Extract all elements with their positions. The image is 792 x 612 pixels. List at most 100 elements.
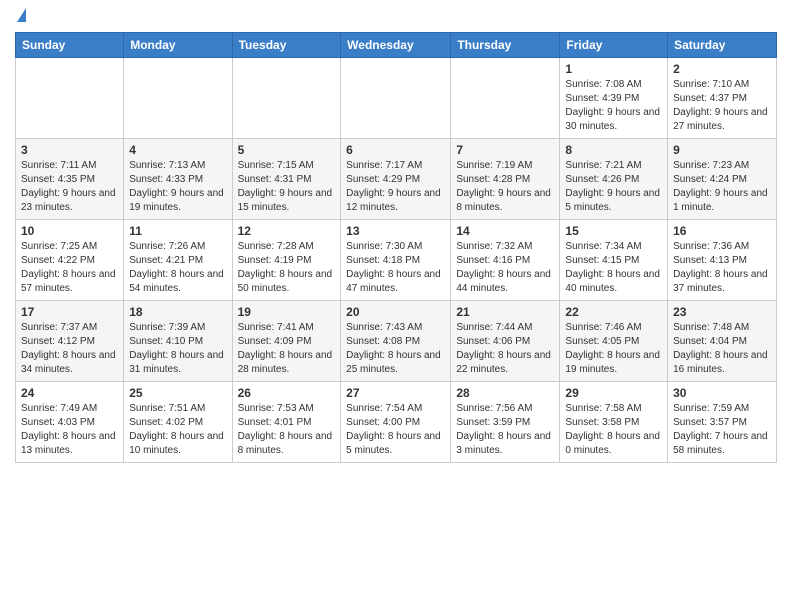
day-info: Sunrise: 7:39 AM Sunset: 4:10 PM Dayligh… [129, 321, 226, 377]
page-header [15, 10, 777, 24]
day-number: 12 [238, 224, 336, 238]
calendar-cell: 11 Sunrise: 7:26 AM Sunset: 4:21 PM Dayli… [124, 220, 232, 301]
day-info: Sunrise: 7:19 AM Sunset: 4:28 PM Dayligh… [456, 159, 554, 215]
calendar-cell: 1 Sunrise: 7:08 AM Sunset: 4:39 PM Daylig… [560, 58, 668, 139]
day-info: Sunrise: 7:59 AM Sunset: 3:57 PM Dayligh… [673, 402, 771, 458]
calendar-cell: 7 Sunrise: 7:19 AM Sunset: 4:28 PM Daylig… [451, 139, 560, 220]
day-info: Sunrise: 7:49 AM Sunset: 4:03 PM Dayligh… [21, 402, 118, 458]
day-info: Sunrise: 7:17 AM Sunset: 4:29 PM Dayligh… [346, 159, 445, 215]
calendar-cell: 5 Sunrise: 7:15 AM Sunset: 4:31 PM Daylig… [232, 139, 341, 220]
logo [15, 10, 26, 24]
day-number: 27 [346, 386, 445, 400]
day-info: Sunrise: 7:53 AM Sunset: 4:01 PM Dayligh… [238, 402, 336, 458]
day-of-week-header: Tuesday [232, 33, 341, 58]
day-number: 3 [21, 143, 118, 157]
day-info: Sunrise: 7:34 AM Sunset: 4:15 PM Dayligh… [565, 240, 662, 296]
calendar-week-row: 3 Sunrise: 7:11 AM Sunset: 4:35 PM Daylig… [16, 139, 777, 220]
day-of-week-header: Monday [124, 33, 232, 58]
day-number: 23 [673, 305, 771, 319]
calendar-cell: 27 Sunrise: 7:54 AM Sunset: 4:00 PM Dayli… [341, 382, 451, 463]
day-info: Sunrise: 7:36 AM Sunset: 4:13 PM Dayligh… [673, 240, 771, 296]
calendar-cell: 29Sunrise: 7:58 AM Sunset: 3:58 PM Dayli… [560, 382, 668, 463]
day-number: 26 [238, 386, 336, 400]
calendar-cell [341, 58, 451, 139]
calendar-cell [451, 58, 560, 139]
day-info: Sunrise: 7:13 AM Sunset: 4:33 PM Dayligh… [129, 159, 226, 215]
day-number: 21 [456, 305, 554, 319]
calendar-cell: 19Sunrise: 7:41 AM Sunset: 4:09 PM Dayli… [232, 301, 341, 382]
calendar-week-row: 10 Sunrise: 7:25 AM Sunset: 4:22 PM Dayli… [16, 220, 777, 301]
calendar-cell: 23 Sunrise: 7:48 AM Sunset: 4:04 PM Dayli… [668, 301, 777, 382]
day-number: 2 [673, 62, 771, 76]
day-info: Sunrise: 7:32 AM Sunset: 4:16 PM Dayligh… [456, 240, 554, 296]
day-info: Sunrise: 7:30 AM Sunset: 4:18 PM Dayligh… [346, 240, 445, 296]
calendar-cell: 2 Sunrise: 7:10 AM Sunset: 4:37 PM Daylig… [668, 58, 777, 139]
day-number: 4 [129, 143, 226, 157]
day-number: 16 [673, 224, 771, 238]
day-info: Sunrise: 7:11 AM Sunset: 4:35 PM Dayligh… [21, 159, 118, 215]
calendar-cell: 3 Sunrise: 7:11 AM Sunset: 4:35 PM Daylig… [16, 139, 124, 220]
day-of-week-header: Wednesday [341, 33, 451, 58]
calendar-cell: 17 Sunrise: 7:37 AM Sunset: 4:12 PM Dayli… [16, 301, 124, 382]
calendar-cell: 30 Sunrise: 7:59 AM Sunset: 3:57 PM Dayli… [668, 382, 777, 463]
day-number: 8 [565, 143, 662, 157]
calendar-cell: 4 Sunrise: 7:13 AM Sunset: 4:33 PM Daylig… [124, 139, 232, 220]
calendar-cell: 8Sunrise: 7:21 AM Sunset: 4:26 PM Daylig… [560, 139, 668, 220]
calendar-cell: 12 Sunrise: 7:28 AM Sunset: 4:19 PM Dayli… [232, 220, 341, 301]
day-info: Sunrise: 7:54 AM Sunset: 4:00 PM Dayligh… [346, 402, 445, 458]
day-number: 14 [456, 224, 554, 238]
day-info: Sunrise: 7:23 AM Sunset: 4:24 PM Dayligh… [673, 159, 771, 215]
day-info: Sunrise: 7:10 AM Sunset: 4:37 PM Dayligh… [673, 78, 771, 134]
calendar-cell: 9 Sunrise: 7:23 AM Sunset: 4:24 PM Daylig… [668, 139, 777, 220]
calendar-cell: 18Sunrise: 7:39 AM Sunset: 4:10 PM Dayli… [124, 301, 232, 382]
calendar-cell: 28 Sunrise: 7:56 AM Sunset: 3:59 PM Dayli… [451, 382, 560, 463]
day-number: 29 [565, 386, 662, 400]
calendar-cell: 6 Sunrise: 7:17 AM Sunset: 4:29 PM Daylig… [341, 139, 451, 220]
day-number: 5 [238, 143, 336, 157]
calendar-cell: 20 Sunrise: 7:43 AM Sunset: 4:08 PM Dayli… [341, 301, 451, 382]
day-info: Sunrise: 7:15 AM Sunset: 4:31 PM Dayligh… [238, 159, 336, 215]
day-info: Sunrise: 7:56 AM Sunset: 3:59 PM Dayligh… [456, 402, 554, 458]
day-info: Sunrise: 7:41 AM Sunset: 4:09 PM Dayligh… [238, 321, 336, 377]
day-number: 17 [21, 305, 118, 319]
day-number: 7 [456, 143, 554, 157]
day-number: 30 [673, 386, 771, 400]
calendar-cell: 22 Sunrise: 7:46 AM Sunset: 4:05 PM Dayli… [560, 301, 668, 382]
day-of-week-header: Saturday [668, 33, 777, 58]
day-info: Sunrise: 7:37 AM Sunset: 4:12 PM Dayligh… [21, 321, 118, 377]
calendar-cell [124, 58, 232, 139]
calendar-week-row: 17 Sunrise: 7:37 AM Sunset: 4:12 PM Dayli… [16, 301, 777, 382]
day-number: 9 [673, 143, 771, 157]
logo-triangle-icon [17, 8, 26, 22]
day-info: Sunrise: 7:48 AM Sunset: 4:04 PM Dayligh… [673, 321, 771, 377]
day-info: Sunrise: 7:26 AM Sunset: 4:21 PM Dayligh… [129, 240, 226, 296]
day-info: Sunrise: 7:46 AM Sunset: 4:05 PM Dayligh… [565, 321, 662, 377]
calendar-cell [16, 58, 124, 139]
day-number: 10 [21, 224, 118, 238]
calendar-cell: 24Sunrise: 7:49 AM Sunset: 4:03 PM Dayli… [16, 382, 124, 463]
day-of-week-header: Sunday [16, 33, 124, 58]
day-info: Sunrise: 7:08 AM Sunset: 4:39 PM Dayligh… [565, 78, 662, 134]
day-info: Sunrise: 7:43 AM Sunset: 4:08 PM Dayligh… [346, 321, 445, 377]
day-number: 22 [565, 305, 662, 319]
calendar-cell [232, 58, 341, 139]
calendar-week-row: 1 Sunrise: 7:08 AM Sunset: 4:39 PM Daylig… [16, 58, 777, 139]
calendar-cell: 13Sunrise: 7:30 AM Sunset: 4:18 PM Dayli… [341, 220, 451, 301]
day-number: 6 [346, 143, 445, 157]
day-number: 15 [565, 224, 662, 238]
calendar-table: SundayMondayTuesdayWednesdayThursdayFrid… [15, 32, 777, 463]
calendar-cell: 26 Sunrise: 7:53 AM Sunset: 4:01 PM Dayli… [232, 382, 341, 463]
calendar-cell: 21 Sunrise: 7:44 AM Sunset: 4:06 PM Dayli… [451, 301, 560, 382]
day-number: 11 [129, 224, 226, 238]
calendar-cell: 16 Sunrise: 7:36 AM Sunset: 4:13 PM Dayli… [668, 220, 777, 301]
day-info: Sunrise: 7:51 AM Sunset: 4:02 PM Dayligh… [129, 402, 226, 458]
day-number: 1 [565, 62, 662, 76]
day-info: Sunrise: 7:28 AM Sunset: 4:19 PM Dayligh… [238, 240, 336, 296]
day-info: Sunrise: 7:44 AM Sunset: 4:06 PM Dayligh… [456, 321, 554, 377]
calendar-cell: 10 Sunrise: 7:25 AM Sunset: 4:22 PM Dayli… [16, 220, 124, 301]
day-info: Sunrise: 7:25 AM Sunset: 4:22 PM Dayligh… [21, 240, 118, 296]
calendar-cell: 14 Sunrise: 7:32 AM Sunset: 4:16 PM Dayli… [451, 220, 560, 301]
day-number: 20 [346, 305, 445, 319]
day-number: 28 [456, 386, 554, 400]
day-number: 25 [129, 386, 226, 400]
